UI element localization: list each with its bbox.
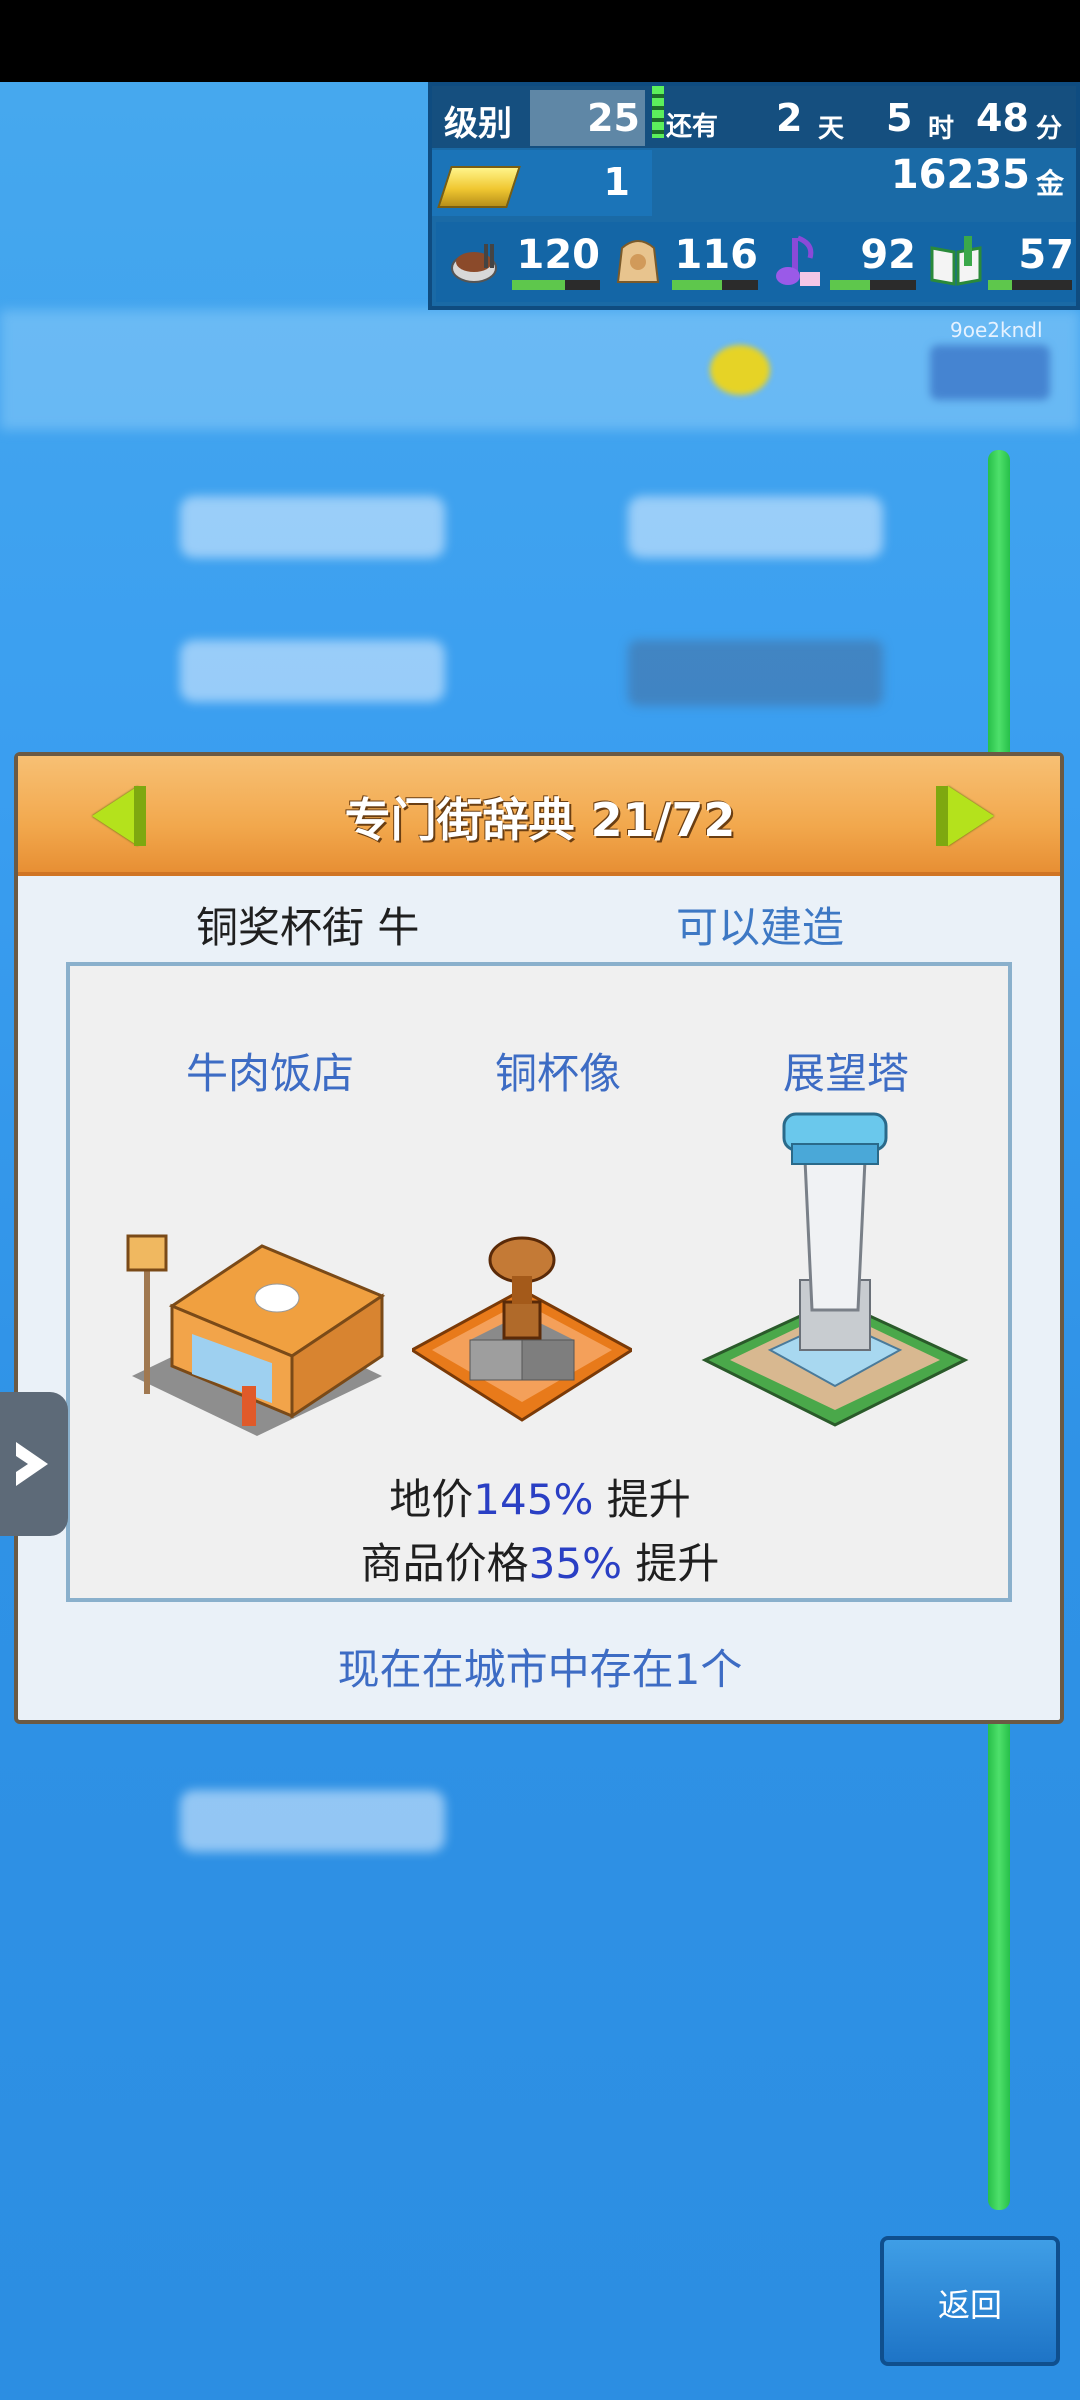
book-icon bbox=[928, 234, 982, 286]
book-bar bbox=[988, 280, 1072, 290]
exist-count-text: 现在在城市中存在1个 bbox=[337, 1645, 743, 1694]
goods-bag-icon bbox=[612, 230, 664, 283]
land-price-label: 地价 bbox=[389, 1475, 474, 1524]
goods-price-value: 35% bbox=[528, 1539, 622, 1588]
money-unit: 金 bbox=[1036, 167, 1065, 200]
hours-unit: 时 bbox=[928, 114, 955, 144]
goods-value: 116 bbox=[674, 232, 759, 278]
user-id: 9oe2kndl bbox=[950, 318, 1043, 342]
prev-arrow-bar[interactable] bbox=[134, 786, 146, 846]
background-bar bbox=[628, 496, 883, 558]
remaining-label: 还有 bbox=[666, 112, 719, 142]
street-name: 铜奖杯街 牛 bbox=[196, 903, 420, 952]
land-price-effect: 地价145% 提升 bbox=[200, 1466, 880, 1527]
observation-tower-icon bbox=[700, 1110, 970, 1430]
chevron-right-icon bbox=[16, 1442, 48, 1486]
prev-arrow-icon[interactable] bbox=[92, 786, 138, 846]
gold-bar-icon bbox=[437, 166, 521, 208]
dialog-title: 专门街辞典 21/72 bbox=[344, 793, 736, 847]
build-status: 可以建造 bbox=[676, 903, 845, 952]
goods-bar bbox=[672, 280, 758, 290]
progress-dots bbox=[652, 86, 664, 138]
background-chip bbox=[930, 345, 1050, 400]
next-arrow-icon[interactable] bbox=[948, 786, 994, 846]
goods-price-suffix: 提升 bbox=[622, 1539, 720, 1588]
minutes-value: 48 bbox=[976, 96, 1029, 140]
next-arrow-bar[interactable] bbox=[936, 786, 948, 846]
building-name: 展望塔 bbox=[782, 1049, 909, 1098]
music-value: 92 bbox=[860, 232, 916, 278]
gold-count: 1 bbox=[603, 160, 630, 204]
building-name: 牛肉饭店 bbox=[185, 1049, 354, 1098]
food-icon bbox=[448, 236, 500, 288]
background-bar bbox=[180, 1790, 445, 1852]
beef-restaurant-icon bbox=[122, 1226, 392, 1436]
music-note-icon bbox=[770, 234, 822, 286]
side-drawer-tab[interactable] bbox=[0, 1392, 68, 1536]
background-bar bbox=[180, 640, 445, 702]
building-name: 铜杯像 bbox=[494, 1049, 621, 1098]
food-value: 120 bbox=[516, 232, 601, 278]
days-unit: 天 bbox=[818, 114, 845, 144]
level-label: 级别 bbox=[444, 104, 512, 144]
land-price-suffix: 提升 bbox=[593, 1475, 691, 1524]
land-price-value: 145% bbox=[473, 1475, 594, 1524]
level-value: 25 bbox=[587, 96, 640, 140]
food-bar bbox=[512, 280, 600, 290]
goods-price-effect: 商品价格35% 提升 bbox=[200, 1530, 880, 1591]
background-bar bbox=[628, 640, 883, 706]
music-bar bbox=[830, 280, 916, 290]
minutes-unit: 分 bbox=[1036, 114, 1063, 144]
background-stripe bbox=[0, 310, 1080, 430]
back-button-label[interactable]: 返回 bbox=[880, 2280, 1060, 2326]
hours-value: 5 bbox=[886, 96, 913, 140]
goods-price-label: 商品价格 bbox=[360, 1539, 529, 1588]
bronze-cup-statue-icon bbox=[409, 1230, 635, 1430]
days-value: 2 bbox=[776, 96, 803, 140]
book-value: 57 bbox=[1018, 232, 1074, 278]
money-value: 16235 bbox=[890, 152, 1030, 198]
background-bar bbox=[180, 496, 445, 558]
system-status-bar bbox=[0, 0, 1080, 82]
background-blob bbox=[710, 345, 770, 395]
